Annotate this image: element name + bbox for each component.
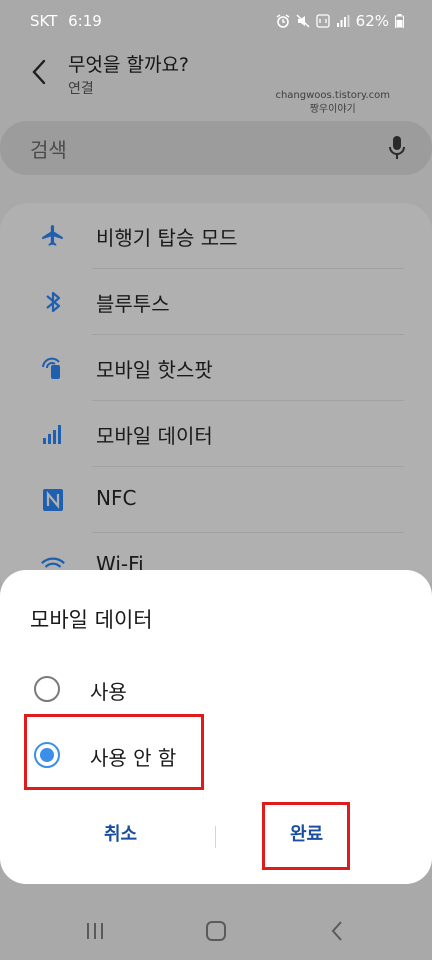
list-item-label: NFC [96,486,137,510]
alarm-icon [276,14,290,28]
microphone-icon[interactable] [388,135,406,161]
list-item-airplane-mode[interactable]: 비행기 탑승 모드 [0,203,432,269]
app-header: 무엇을 할까요? 연결 changwoos.tistory.com 짱우이야기 [0,44,432,117]
radio-button-enable[interactable] [34,676,60,702]
signal-icon [336,15,350,27]
list-item-label: 비행기 탑승 모드 [96,226,238,250]
home-icon [206,921,226,941]
dialog-title: 모바일 데이터 [30,608,153,632]
back-nav-button[interactable] [322,918,352,944]
mobile-data-dialog: 모바일 데이터 사용 사용 안 함 취소 완료 [0,570,432,884]
list-item-label: 모바일 핫스팟 [96,358,213,382]
button-divider [215,826,216,848]
chevron-left-icon [32,59,46,85]
bluetooth-icon [40,289,66,315]
data-indicator-icon [316,14,330,28]
home-button[interactable] [201,918,231,944]
hotspot-icon [40,355,66,381]
clock: 6:19 [68,12,102,30]
back-button[interactable] [24,54,54,90]
page-title: 무엇을 할까요? [68,54,190,76]
highlight-annotation [24,714,204,790]
search-input[interactable]: 검색 [30,134,67,163]
status-icons: 62% [276,12,404,30]
status-left: SKT 6:19 [30,12,102,30]
settings-list: 비행기 탑승 모드 블루투스 모바일 핫스팟 모바일 데이터 NFC Wi-Fi [0,203,432,603]
battery-percent: 62% [355,12,389,30]
mute-icon [296,14,310,28]
recent-apps-button[interactable] [80,918,110,944]
recent-apps-icon [87,923,103,939]
back-icon [331,921,342,941]
option-label: 사용 [90,680,127,704]
signal-bars-icon [40,421,66,447]
carrier-label: SKT [30,12,58,30]
airplane-icon [40,223,66,249]
list-item-mobile-hotspot[interactable]: 모바일 핫스팟 [0,335,432,401]
nfc-icon [40,487,66,513]
cancel-button[interactable]: 취소 [104,820,137,846]
navigation-bar [0,900,432,960]
list-item-label: 블루투스 [96,292,170,316]
battery-icon [395,14,404,28]
watermark: changwoos.tistory.com 짱우이야기 [275,89,390,117]
list-item-bluetooth[interactable]: 블루투스 [0,269,432,335]
page-subtitle: 연결 [68,81,94,97]
list-item-label: 모바일 데이터 [96,424,213,448]
watermark-url: changwoos.tistory.com [275,90,390,101]
status-bar: SKT 6:19 62% [0,0,432,44]
list-item-mobile-data[interactable]: 모바일 데이터 [0,401,432,467]
search-bar[interactable]: 검색 [0,121,432,175]
highlight-annotation [262,802,350,870]
option-enable[interactable]: 사용 [0,658,432,718]
watermark-name: 짱우이야기 [309,104,356,115]
list-item-nfc[interactable]: NFC [0,467,432,533]
